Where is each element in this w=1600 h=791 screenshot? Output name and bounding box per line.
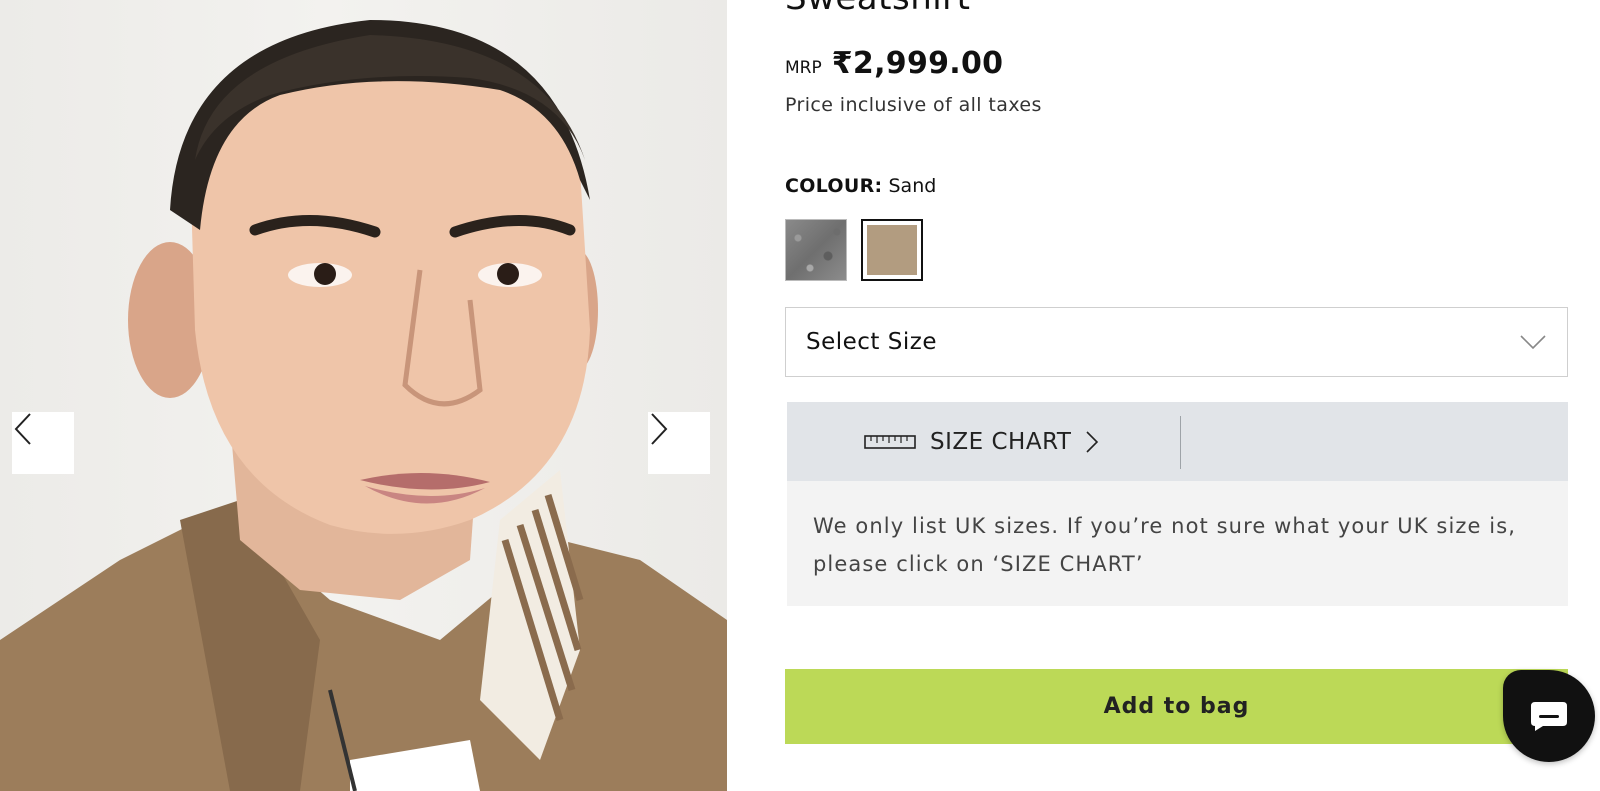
swatch-sand-fill	[867, 225, 917, 275]
chevron-right-icon	[1086, 430, 1099, 453]
price-row: MRP ₹2,999.00	[785, 46, 1003, 81]
colour-selected: Sand	[888, 175, 937, 197]
divider	[1180, 416, 1181, 469]
size-chart-bar: SIZE CHART	[787, 402, 1568, 481]
swatch-sand[interactable]	[861, 219, 923, 281]
colour-row: COLOUR: Sand	[785, 175, 936, 197]
ruler-icon	[864, 434, 916, 449]
add-to-bag-button[interactable]: Add to bag	[785, 669, 1568, 744]
chevron-right-icon	[651, 413, 668, 445]
model-photo	[0, 20, 727, 791]
price-value: ₹2,999.00	[831, 46, 1004, 81]
size-select[interactable]: Select Size	[785, 307, 1568, 377]
gallery-prev-button[interactable]	[12, 412, 74, 474]
size-chart-label: SIZE CHART	[930, 428, 1072, 455]
colour-label: COLOUR:	[785, 175, 883, 197]
swatch-grey[interactable]	[785, 219, 847, 281]
tax-note: Price inclusive of all taxes	[785, 94, 1042, 116]
chat-icon	[1531, 702, 1567, 731]
size-note: We only list UK sizes. If you’re not sur…	[813, 514, 1517, 576]
size-chart-button[interactable]: SIZE CHART	[864, 402, 1099, 481]
colour-swatches	[785, 219, 923, 281]
gallery-next-button[interactable]	[648, 412, 710, 474]
mrp-label: MRP	[785, 58, 822, 78]
size-note-box: We only list UK sizes. If you’re not sur…	[787, 481, 1568, 606]
chat-button[interactable]	[1503, 670, 1595, 762]
chevron-left-icon	[14, 413, 31, 445]
product-image	[0, 0, 727, 791]
size-select-label: Select Size	[806, 329, 937, 355]
product-title: Sweatshirt	[785, 0, 971, 18]
chevron-down-icon	[1520, 335, 1546, 350]
